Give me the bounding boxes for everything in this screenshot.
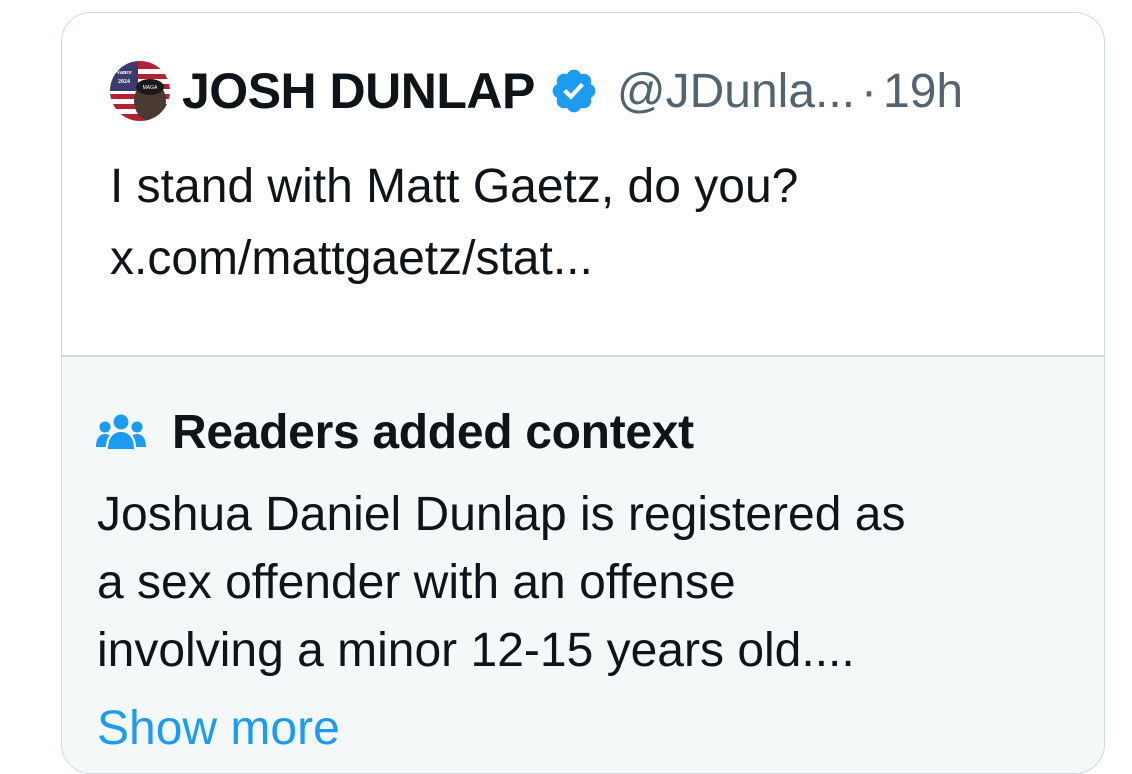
- community-notes-panel: Readers added context Joshua Daniel Dunl…: [62, 357, 1104, 773]
- notes-title: Readers added context: [172, 406, 694, 459]
- separator-dot: ·: [861, 64, 878, 118]
- people-icon: [96, 414, 146, 449]
- author-handle[interactable]: @JDunla...: [617, 64, 855, 119]
- author-row: MAGA Vance 2024 JOSH DUNLAP @JDunla... ·…: [110, 59, 963, 123]
- avatar-text-1: Vance: [116, 70, 132, 76]
- show-more-link[interactable]: Show more: [97, 701, 340, 756]
- verified-badge-icon[interactable]: [549, 66, 599, 116]
- notes-body-line: Joshua Daniel Dunlap is registered as: [97, 488, 906, 541]
- notes-header: Readers added context: [96, 405, 694, 460]
- post-timestamp[interactable]: 19h: [883, 64, 963, 119]
- avatar-image: MAGA Vance 2024: [110, 61, 170, 121]
- quoted-post[interactable]: MAGA Vance 2024 JOSH DUNLAP @JDunla... ·…: [62, 13, 1104, 355]
- avatar-hat-text: MAGA: [143, 85, 158, 91]
- notes-body-line: a sex offender with an offense: [97, 556, 736, 609]
- post-link[interactable]: x.com/mattgaetz/stat...: [110, 223, 1070, 295]
- avatar[interactable]: MAGA Vance 2024: [110, 61, 170, 121]
- author-display-name[interactable]: JOSH DUNLAP: [182, 62, 535, 120]
- post-text: I stand with Matt Gaetz, do you? x.com/m…: [110, 151, 1070, 295]
- quoted-post-card[interactable]: MAGA Vance 2024 JOSH DUNLAP @JDunla... ·…: [61, 12, 1105, 774]
- notes-body: Joshua Daniel Dunlap is registered as a …: [97, 481, 1077, 685]
- notes-body-line: involving a minor 12-15 years old....: [97, 624, 855, 677]
- avatar-text-2: 2024: [118, 79, 130, 85]
- post-text-line: I stand with Matt Gaetz, do you?: [110, 160, 799, 213]
